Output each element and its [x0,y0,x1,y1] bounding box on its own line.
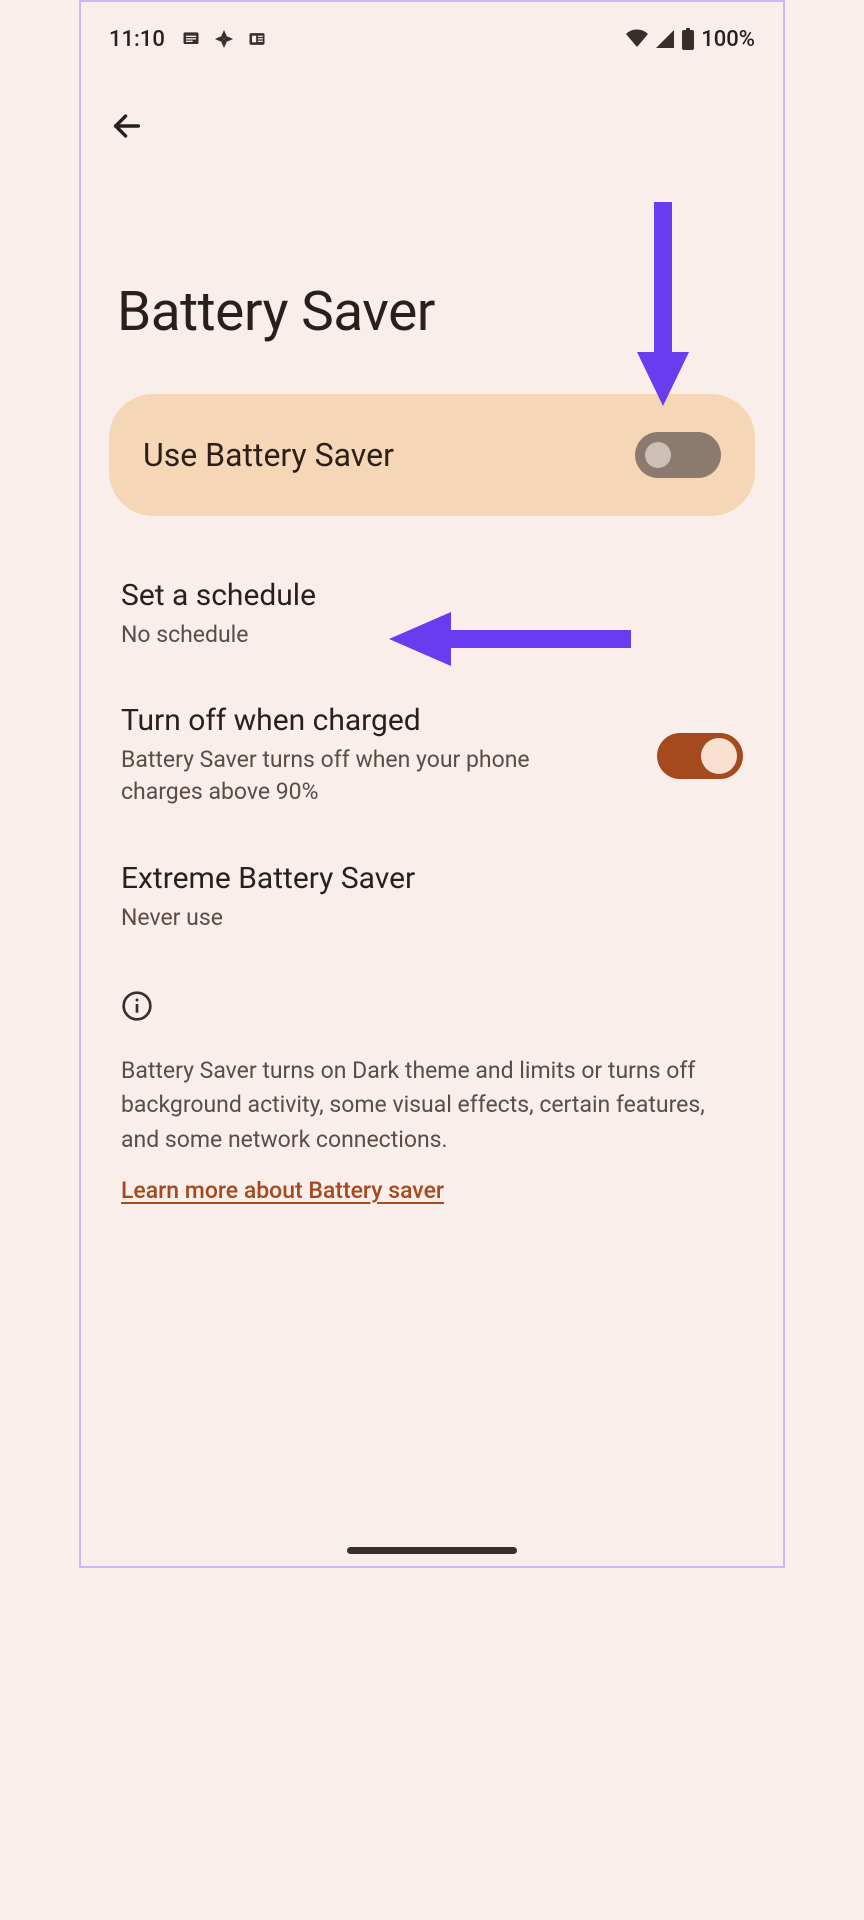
turn-off-when-charged-title: Turn off when charged [121,703,633,738]
status-time: 11:10 [109,27,165,52]
status-bar: 11:10 100% [81,2,783,62]
status-right: 100% [625,27,755,52]
info-block: Battery Saver turns on Dark theme and li… [81,960,783,1205]
gesture-nav-bar[interactable] [347,1547,517,1554]
info-text: Battery Saver turns on Dark theme and li… [121,1054,743,1158]
info-icon [121,990,743,1026]
use-battery-saver-toggle[interactable] [635,432,721,478]
back-arrow-icon [110,109,144,143]
set-schedule-title: Set a schedule [121,578,743,613]
turn-off-when-charged-subtitle: Battery Saver turns off when your phone … [121,744,541,808]
status-battery-text: 100% [701,27,755,52]
learn-more-link[interactable]: Learn more about Battery saver [121,1177,444,1204]
toolbar [81,62,783,150]
turn-off-when-charged-row[interactable]: Turn off when charged Battery Saver turn… [81,677,783,834]
page-title: Battery Saver [81,150,783,394]
set-schedule-subtitle: No schedule [121,619,743,651]
settings-list: Set a schedule No schedule Turn off when… [81,516,783,960]
extreme-battery-saver-row[interactable]: Extreme Battery Saver Never use [81,835,783,960]
toggle-thumb [645,442,671,468]
cellular-signal-icon [655,29,675,49]
news-icon [247,29,267,49]
turn-off-when-charged-toggle[interactable] [657,733,743,779]
status-left: 11:10 [109,27,267,52]
use-battery-saver-label: Use Battery Saver [143,436,394,474]
back-button[interactable] [103,102,151,150]
battery-icon [681,28,695,50]
status-notification-icons [181,28,267,50]
photos-icon [213,28,235,50]
messages-icon [181,29,201,49]
extreme-title: Extreme Battery Saver [121,861,743,896]
set-schedule-row[interactable]: Set a schedule No schedule [81,552,783,677]
extreme-subtitle: Never use [121,902,743,934]
toggle-thumb [701,738,737,774]
use-battery-saver-row[interactable]: Use Battery Saver [109,394,755,516]
wifi-icon [625,29,649,49]
